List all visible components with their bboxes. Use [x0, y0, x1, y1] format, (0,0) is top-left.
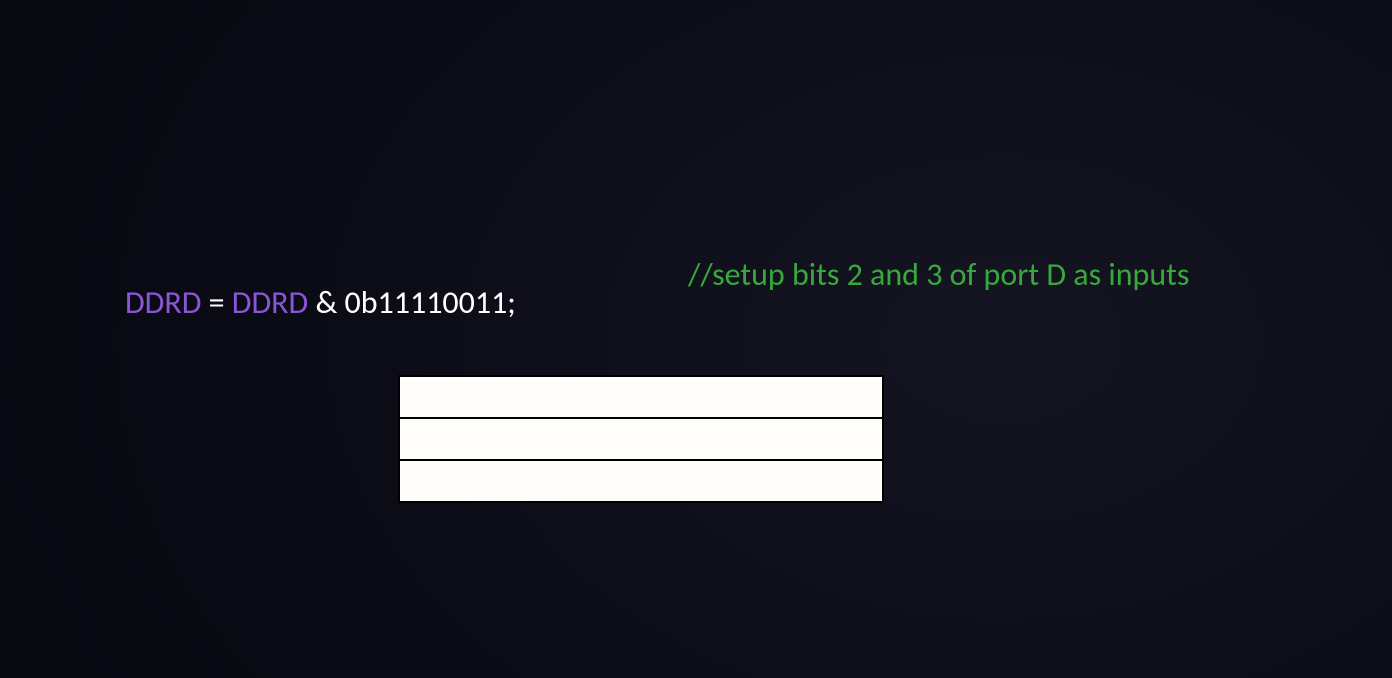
- table-row: [399, 418, 883, 460]
- code-comment: //setup bits 2 and 3 of port D as inputs: [688, 255, 1189, 294]
- table-row: [399, 376, 883, 418]
- lhs-identifier: DDRD: [125, 283, 201, 322]
- table-cell: [399, 460, 883, 502]
- illustration-table: [398, 375, 884, 503]
- slide-canvas: DDRD = DDRD & 0b11110011; //setup bits 2…: [0, 0, 1392, 678]
- code-statement: DDRD = DDRD & 0b11110011;: [96, 255, 516, 351]
- table-cell: [399, 376, 883, 418]
- table-cell: [399, 418, 883, 460]
- table-row: [399, 460, 883, 502]
- operator-and-literal: & 0b11110011;: [308, 283, 516, 322]
- equals-text: =: [201, 283, 231, 322]
- empty-table: [398, 375, 884, 503]
- rhs-identifier: DDRD: [232, 283, 308, 322]
